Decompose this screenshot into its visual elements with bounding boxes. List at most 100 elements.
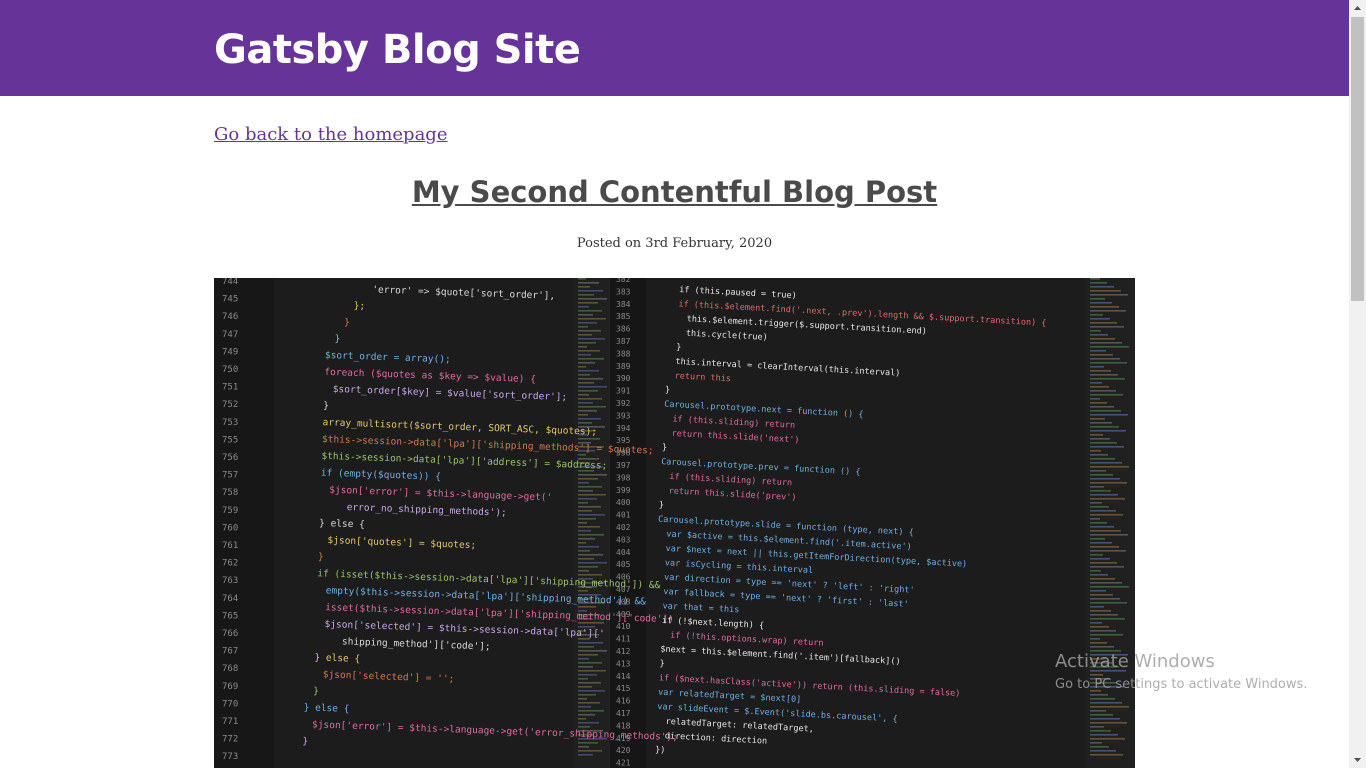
minimap-line: [578, 478, 598, 480]
code-line: }: [665, 385, 671, 395]
minimap-line: [578, 574, 602, 576]
left-line-number: 767: [222, 647, 238, 657]
minimap-line: [578, 694, 596, 696]
back-to-homepage-link[interactable]: Go back to the homepage: [214, 123, 447, 147]
scroll-up-arrow-icon[interactable]: [1349, 0, 1366, 17]
minimap-line: [578, 302, 598, 304]
minimap-line: [1090, 638, 1100, 640]
minimap-line: [578, 546, 599, 548]
minimap-line: [578, 686, 592, 688]
minimap-line: [1090, 562, 1117, 564]
right-line-number: 396: [616, 449, 631, 458]
minimap-line: [578, 558, 594, 560]
right-line-number: 387: [616, 337, 631, 346]
left-line-number: 770: [222, 699, 238, 709]
minimap-line: [578, 482, 589, 484]
minimap-line: [578, 354, 591, 356]
minimap-line: [1090, 594, 1113, 596]
right-line-number: 419: [616, 734, 631, 743]
left-line-number: 757: [222, 471, 238, 481]
minimap-line: [1090, 738, 1125, 740]
post-title-link[interactable]: My Second Contentful Blog Post: [214, 172, 1135, 212]
minimap-line: [578, 286, 590, 288]
minimap-line: [1090, 350, 1106, 352]
minimap-line: [578, 678, 588, 680]
minimap-line: [1090, 514, 1123, 516]
minimap-line: [1090, 754, 1123, 756]
watermark-title: Activate Windows: [1055, 651, 1215, 672]
minimap-line: [1090, 746, 1109, 748]
right-line-number: 393: [616, 411, 631, 420]
right-line-number: 405: [616, 560, 631, 569]
minimap-line: [578, 382, 594, 384]
minimap-line: [578, 422, 592, 424]
left-line-number: 751: [222, 383, 238, 393]
right-line-number: 392: [616, 399, 631, 408]
left-line-number: 746: [222, 312, 238, 322]
minimap-line: [578, 342, 596, 344]
minimap-line: [1090, 558, 1110, 560]
minimap-line: [578, 366, 586, 368]
minimap-line: [1090, 742, 1102, 744]
minimap-line: [1090, 282, 1107, 284]
minimap-line: [1090, 434, 1103, 436]
minimap-line: [1090, 326, 1124, 328]
minimap-line: [1090, 370, 1111, 372]
minimap-line: [1090, 506, 1109, 508]
minimap-line: [1090, 378, 1125, 380]
minimap-line: [1090, 346, 1129, 348]
minimap-line: [1090, 422, 1112, 424]
minimap-line: [1090, 702, 1122, 704]
minimap-line: [1090, 734, 1118, 736]
left-line-number: 756: [222, 453, 238, 463]
minimap-line: [578, 330, 601, 332]
minimap-line: [1090, 618, 1125, 620]
minimap-line: [1090, 534, 1128, 536]
minimap-line: [1090, 298, 1105, 300]
minimap-line: [1090, 566, 1124, 568]
minimap-line: [578, 314, 593, 316]
site-title-link[interactable]: Gatsby Blog Site: [214, 26, 581, 74]
minimap-line: [578, 674, 597, 676]
minimap-line: [578, 554, 603, 556]
right-line-number: 388: [616, 349, 631, 358]
left-line-number: 768: [222, 664, 238, 674]
minimap-line: [578, 370, 599, 372]
minimap-line: [1090, 602, 1127, 604]
minimap-line: [1090, 446, 1124, 448]
minimap-line: [1090, 302, 1112, 304]
minimap-line: [578, 498, 597, 500]
minimap-line: [1090, 710, 1106, 712]
minimap-line: [1090, 526, 1114, 528]
minimap-line: [1090, 334, 1108, 336]
minimap-line: [578, 454, 586, 456]
minimap-line: [1090, 362, 1127, 364]
code-line: };: [354, 301, 366, 312]
scroll-down-arrow-icon[interactable]: [1349, 751, 1366, 768]
left-line-number: 749: [222, 347, 238, 357]
left-line-number: 760: [222, 523, 238, 533]
minimap-line: [578, 494, 606, 496]
minimap-line: [578, 350, 600, 352]
minimap-line: [1090, 330, 1101, 332]
minimap-line: [578, 518, 596, 520]
page-scrollbar[interactable]: [1349, 0, 1366, 768]
minimap-line: [1090, 538, 1105, 540]
minimap-line: [1090, 510, 1116, 512]
minimap-line: [1090, 590, 1106, 592]
minimap-line: [578, 642, 603, 644]
left-line-number: 750: [222, 365, 238, 375]
minimap-line: [578, 562, 607, 564]
minimap-line: [1090, 730, 1111, 732]
minimap-line: [1090, 634, 1123, 636]
code-line: }: [323, 400, 329, 411]
right-line-number: 384: [616, 300, 631, 309]
minimap-line: [1090, 578, 1115, 580]
minimap-line: [578, 374, 590, 376]
left-line-number: 761: [222, 541, 238, 551]
right-line-number: 412: [616, 647, 631, 656]
code-line: } else {: [314, 652, 360, 665]
minimap-line: [1090, 314, 1103, 316]
scrollbar-thumb[interactable]: [1351, 17, 1364, 301]
right-line-number: 418: [616, 721, 631, 730]
